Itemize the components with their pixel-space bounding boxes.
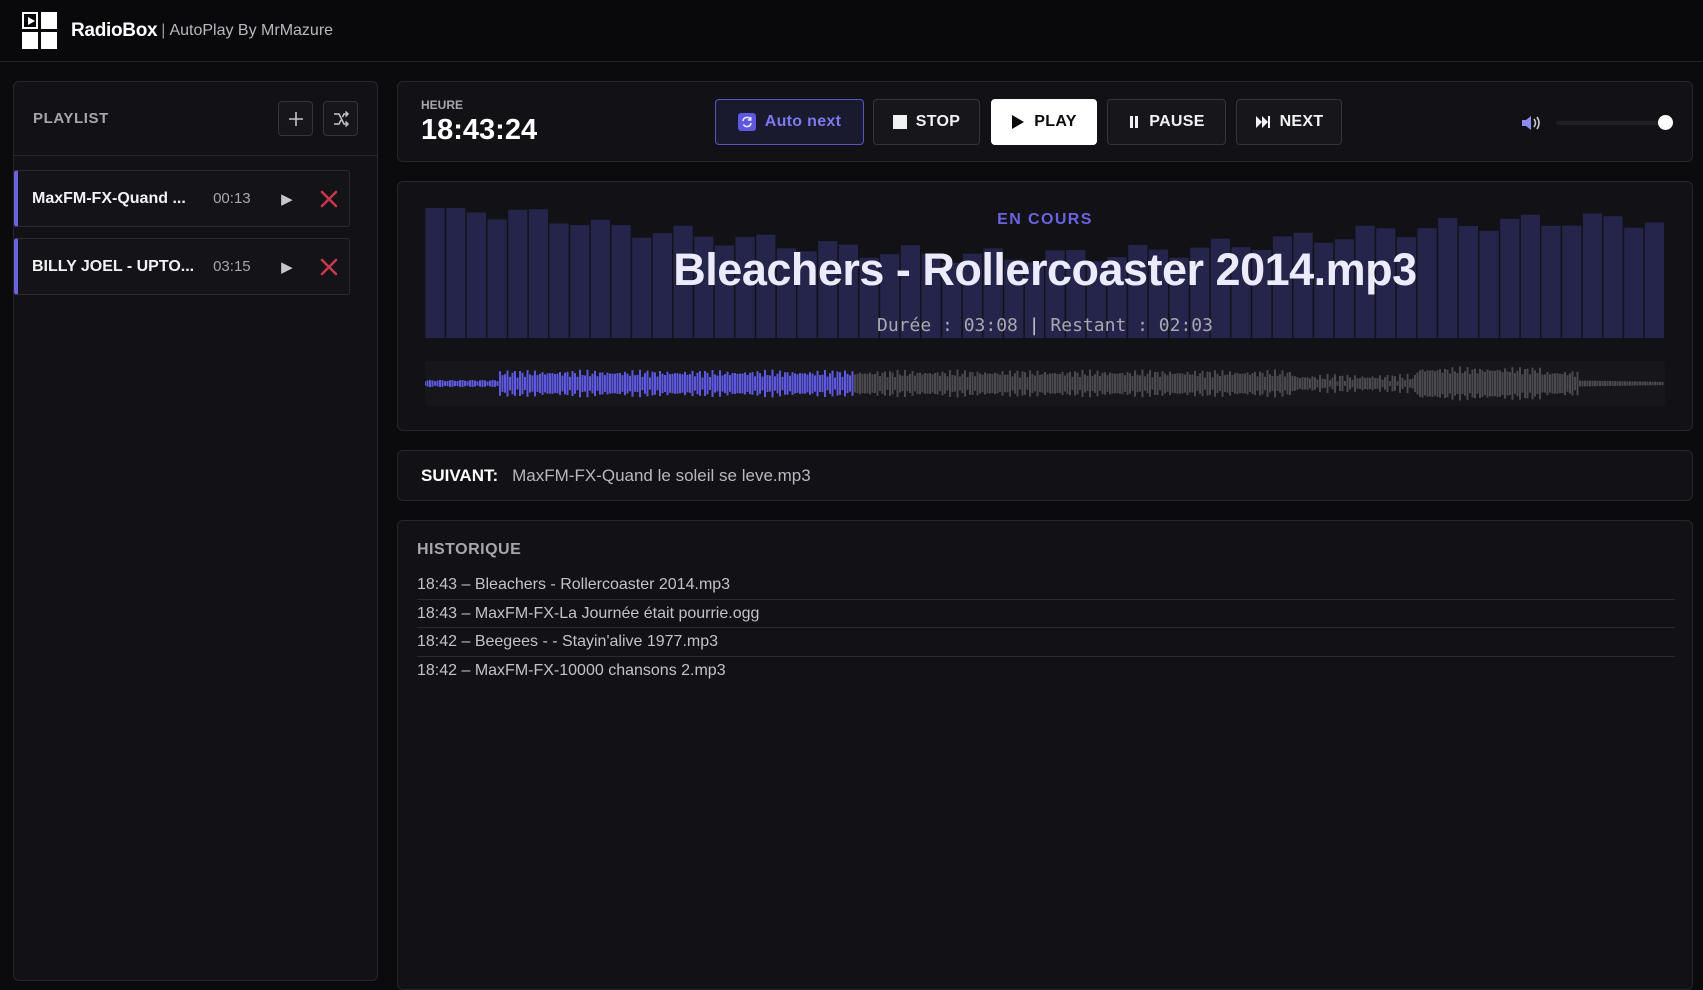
close-icon	[321, 190, 338, 207]
history-item: 18:43 – Bleachers - Rollercoaster 2014.m…	[417, 571, 1675, 600]
playlist-title: PLAYLIST	[33, 110, 109, 127]
playlist-item[interactable]: BILLY JOEL - UPTO... 03:15 ▶	[14, 238, 350, 295]
stop-label: STOP	[915, 113, 961, 130]
stop-icon	[892, 115, 907, 129]
play-item-icon[interactable]: ▶	[272, 190, 302, 208]
app-subtitle: | AutoPlay By MrMazure	[161, 22, 333, 40]
now-playing-title: Bleachers - Rollercoaster 2014.mp3	[673, 244, 1417, 295]
next-track-name: MaxFM-FX-Quand le soleil se leve.mp3	[512, 465, 811, 485]
history-panel: HISTORIQUE 18:43 – Bleachers - Rollercoa…	[397, 520, 1693, 990]
pause-icon	[1128, 115, 1140, 129]
volume-slider-handle[interactable]	[1658, 115, 1673, 130]
next-track-bar: SUIVANT: MaxFM-FX-Quand le soleil se lev…	[397, 450, 1693, 501]
playlist-item-name: MaxFM-FX-Quand ...	[32, 189, 186, 207]
pause-button[interactable]: PAUSE	[1107, 99, 1226, 145]
app-subtitle-text: AutoPlay By MrMazure	[169, 21, 334, 39]
plus-icon	[288, 111, 303, 126]
track-duration: Durée : 03:08	[877, 315, 1018, 336]
shuffle-icon	[333, 110, 349, 127]
history-list: 18:43 – Bleachers - Rollercoaster 2014.m…	[417, 571, 1675, 685]
pause-label: PAUSE	[1149, 113, 1205, 130]
next-button[interactable]: NEXT	[1236, 99, 1342, 145]
history-item: 18:43 – MaxFM-FX-La Journée était pourri…	[417, 600, 1675, 629]
playlist-item-duration: 00:13	[213, 190, 251, 207]
now-playing-panel: EN COURS Bleachers - Rollercoaster 2014.…	[397, 181, 1693, 431]
play-item-icon[interactable]: ▶	[272, 258, 302, 276]
transport-controls: HEURE 18:43:24 Auto next STOP PLAY PAUSE…	[397, 81, 1693, 162]
top-bar: RadioBox | AutoPlay By MrMazure	[0, 0, 1703, 62]
refresh-icon	[737, 113, 756, 131]
track-remaining: Restant : 02:03	[1050, 315, 1213, 336]
auto-next-button[interactable]: Auto next	[715, 99, 864, 145]
track-time-info: Durée : 03:08 | Restant : 02:03	[398, 315, 1692, 336]
play-icon	[1011, 114, 1025, 130]
volume-slider[interactable]	[1556, 121, 1666, 125]
history-item: 18:42 – MaxFM-FX-10000 chansons 2.mp3	[417, 661, 726, 679]
delete-item-button[interactable]	[310, 258, 349, 276]
playlist-item-duration: 03:15	[213, 258, 251, 275]
play-label: PLAY	[1034, 113, 1077, 130]
history-title: HISTORIQUE	[417, 541, 522, 558]
clock: 18:43:24	[421, 114, 538, 146]
auto-next-label: Auto next	[764, 113, 842, 130]
playlist-item-name: BILLY JOEL - UPTO...	[32, 257, 195, 275]
close-icon	[321, 258, 338, 275]
next-track-label: SUIVANT:	[421, 465, 499, 485]
delete-item-button[interactable]	[310, 190, 349, 208]
waveform-seekbar[interactable]	[425, 361, 1665, 406]
time-separator: |	[1028, 315, 1040, 336]
app-name: RadioBox	[71, 19, 158, 41]
next-label: NEXT	[1279, 113, 1324, 130]
now-playing-label: EN COURS	[997, 211, 1093, 228]
playlist-item[interactable]: MaxFM-FX-Quand ... 00:13 ▶	[14, 170, 350, 227]
history-item: 18:42 – Beegees - - Stayin'alive 1977.mp…	[417, 628, 1675, 657]
stop-button[interactable]: STOP	[873, 99, 980, 145]
skip-next-icon	[1255, 115, 1271, 129]
add-track-button[interactable]	[278, 101, 313, 136]
shuffle-button[interactable]	[323, 101, 358, 136]
radiobox-logo-icon	[22, 12, 57, 49]
speaker-icon[interactable]	[1520, 114, 1544, 137]
playlist-header: PLAYLIST	[14, 82, 377, 156]
subtitle-separator: |	[161, 21, 166, 39]
clock-label: HEURE	[421, 98, 464, 112]
play-button[interactable]: PLAY	[991, 99, 1097, 145]
